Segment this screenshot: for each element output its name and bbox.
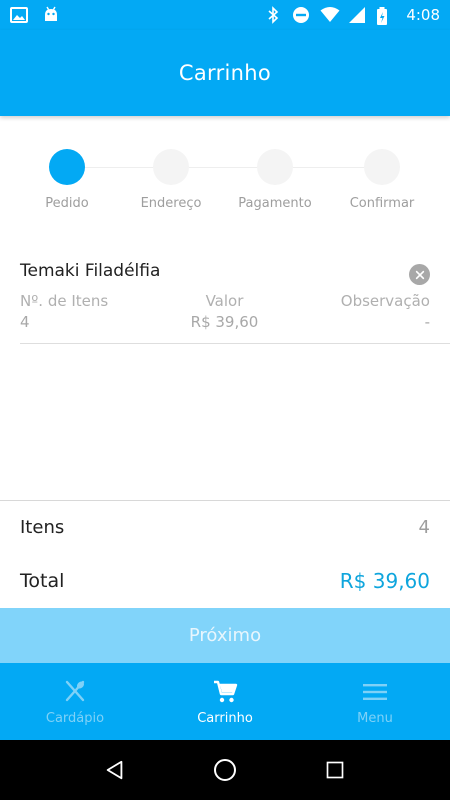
nav-label: Menu xyxy=(357,711,393,726)
nav-item-cardapio[interactable]: Cardápio xyxy=(0,663,150,740)
status-right-icons: 4:08 xyxy=(264,6,440,25)
cart-item[interactable]: Temaki Filadélfia Nº. de Itens 4 Valor R… xyxy=(20,258,450,344)
item-note-col: Observação - xyxy=(341,291,430,333)
step-label: Endereço xyxy=(140,196,202,211)
step-endereco[interactable]: Endereço xyxy=(116,148,226,211)
status-time: 4:08 xyxy=(406,6,440,24)
status-left-icons xyxy=(10,6,60,24)
cutlery-icon xyxy=(62,679,88,705)
total-label: Total xyxy=(20,570,65,592)
item-price-label: Valor xyxy=(205,292,244,310)
back-button[interactable] xyxy=(100,755,130,785)
battery-icon xyxy=(376,6,394,25)
item-note: - xyxy=(424,313,430,331)
recents-button[interactable] xyxy=(320,755,350,785)
order-summary: Itens 4 Total R$ 39,60 xyxy=(0,500,450,593)
item-qty-label: Nº. de Itens xyxy=(20,292,109,310)
nav-item-carrinho[interactable]: Carrinho xyxy=(150,663,300,740)
step-label: Pedido xyxy=(45,196,89,211)
step-pedido[interactable]: Pedido xyxy=(12,148,122,211)
item-note-label: Observação xyxy=(340,292,430,310)
step-indicator xyxy=(257,149,293,185)
status-bar: 4:08 xyxy=(0,0,450,30)
item-details: Nº. de Itens 4 Valor R$ 39,60 Observação… xyxy=(20,291,430,333)
close-icon xyxy=(415,270,424,279)
bottom-nav: Cardápio Carrinho Menu xyxy=(0,663,450,740)
item-price: R$ 39,60 xyxy=(190,313,259,331)
total-value: R$ 39,60 xyxy=(339,569,430,593)
signal-icon xyxy=(348,6,366,24)
step-indicator xyxy=(364,149,400,185)
items-count: 4 xyxy=(418,517,430,538)
step-label: Confirmar xyxy=(349,196,415,211)
app-bar: Carrinho xyxy=(0,30,450,116)
step-confirmar[interactable]: Confirmar xyxy=(327,148,437,211)
step-pagamento[interactable]: Pagamento xyxy=(220,148,330,211)
system-nav-bar xyxy=(0,740,450,800)
step-indicator xyxy=(153,149,189,185)
image-icon xyxy=(10,6,28,24)
page-title: Carrinho xyxy=(178,61,272,85)
summary-total-row: Total R$ 39,60 xyxy=(20,569,430,593)
item-name: Temaki Filadélfia xyxy=(20,261,161,281)
recents-square-icon xyxy=(326,761,344,779)
back-triangle-icon xyxy=(106,760,123,780)
item-price-col: Valor R$ 39,60 xyxy=(191,291,259,333)
item-qty-col: Nº. de Itens 4 xyxy=(20,291,108,333)
nav-item-menu[interactable]: Menu xyxy=(300,663,450,740)
summary-items-row: Itens 4 xyxy=(20,517,430,538)
dnd-icon xyxy=(292,6,310,24)
wifi-icon xyxy=(320,6,340,24)
bluetooth-icon xyxy=(264,6,282,24)
home-button[interactable] xyxy=(210,755,240,785)
step-indicator-active xyxy=(49,149,85,185)
cart-icon xyxy=(212,679,238,705)
nav-label: Cardápio xyxy=(45,711,105,726)
item-qty: 4 xyxy=(20,313,30,331)
checkout-stepper: Pedido Endereço Pagamento Confirmar xyxy=(0,148,450,228)
nav-label: Carrinho xyxy=(197,711,253,726)
remove-item-button[interactable] xyxy=(409,264,430,285)
step-label: Pagamento xyxy=(238,196,312,211)
home-circle-icon xyxy=(214,759,236,781)
android-icon xyxy=(42,6,60,24)
next-button[interactable]: Próximo xyxy=(0,608,450,663)
items-label: Itens xyxy=(20,517,65,538)
hamburger-icon xyxy=(362,679,388,705)
